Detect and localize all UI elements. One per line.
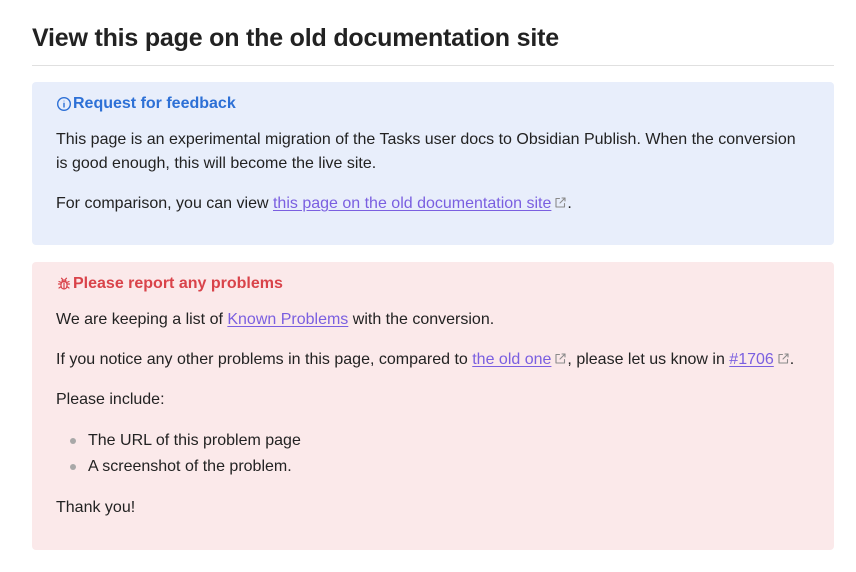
known-problems-link[interactable]: Known Problems [227,311,348,328]
problems-line-2-prefix: If you notice any other problems in this… [56,351,473,368]
problems-line-1-suffix: with the conversion. [348,311,495,328]
feedback-paragraph-1: This page is an experimental migration o… [56,131,796,172]
old-one-link[interactable]: the old one [472,351,551,368]
bullet-dot [70,464,76,470]
external-link-icon [554,349,567,364]
feedback-paragraph-2-suffix: . [567,195,572,212]
problems-line-2-suffix: . [789,351,795,368]
list-item: The URL of this problem page [70,428,810,454]
problems-line-1-prefix: We are keeping a list of [56,311,228,328]
problems-line-2: If you notice any other problems in this… [56,348,810,372]
external-link-icon [777,349,790,364]
page: View this page on the old documentation … [0,0,856,572]
feedback-callout: Request for feedback This page is an exp… [32,82,834,245]
info-icon [56,96,72,112]
feedback-paragraph-2: For comparison, you can view this page o… [56,192,810,216]
bullet-dot [70,438,76,444]
problems-line-2-middle: , please let us know in [567,351,730,368]
problems-line-1: We are keeping a list of Known Problems … [56,308,810,332]
title-divider [32,65,834,66]
old-docs-page-link[interactable]: this page on the old documentation site [273,195,551,212]
problems-callout-title: Please report any problems [56,274,810,294]
feedback-paragraph-2-prefix: For comparison, you can view [56,195,273,212]
issue-1706-link[interactable]: #1706 [729,351,774,368]
problems-line-3: Please include: [56,391,165,408]
list-item: A screenshot of the problem. [70,454,810,480]
external-link-icon [554,193,567,208]
list-item-text: The URL of this problem page [88,432,301,449]
include-list: The URL of this problem page A screensho… [56,428,810,480]
bug-icon [56,276,72,292]
problems-callout: Please report any problems We are keepin… [32,262,834,550]
problems-closing: Thank you! [56,499,136,516]
list-item-text: A screenshot of the problem. [88,458,292,475]
problems-callout-title-text: Please report any problems [73,275,283,292]
feedback-callout-title-text: Request for feedback [73,95,236,112]
feedback-callout-title: Request for feedback [56,94,810,114]
page-title: View this page on the old documentation … [32,24,559,52]
